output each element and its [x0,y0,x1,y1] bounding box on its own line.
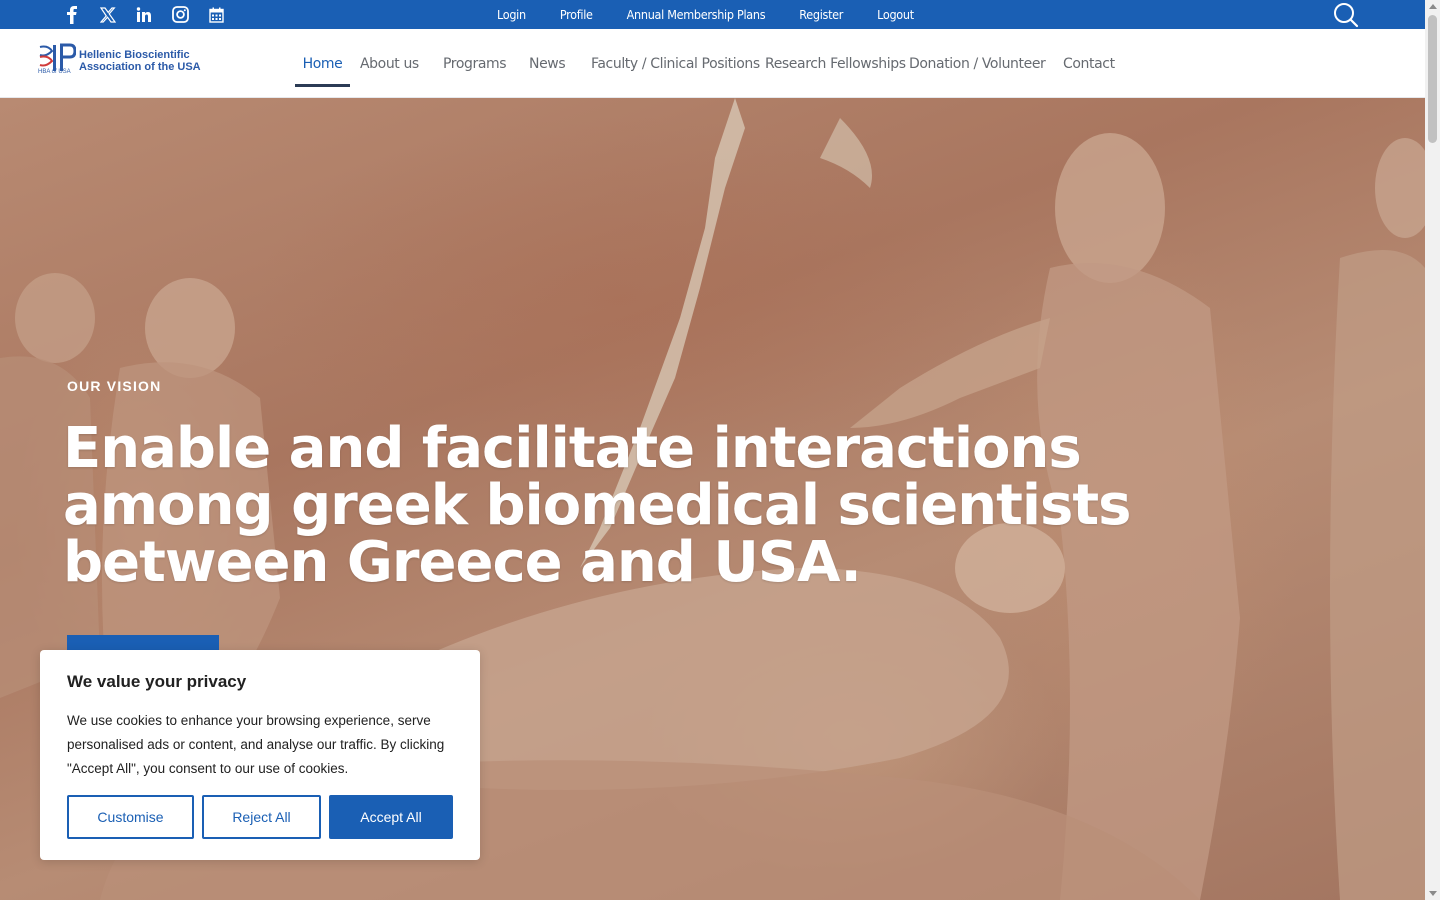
customise-button[interactable]: Customise [67,795,194,839]
main-header: HBA of USA Hellenic Bioscientific Associ… [0,29,1425,98]
nav-item-about-us[interactable]: About us [360,29,433,98]
scroll-thumb[interactable] [1428,15,1437,143]
logo-mark-icon: HBA of USA [38,43,77,79]
top-utility-bar: Login Profile Annual Membership Plans Re… [0,0,1425,29]
hero-headline: Enable and facilitate interactions among… [63,416,1131,595]
membership-plans-link[interactable]: Annual Membership Plans [610,7,783,22]
logo-sub-text: HBA of USA [38,69,71,75]
nav-item-news[interactable]: News [529,29,581,98]
site-logo[interactable]: HBA of USA Hellenic Bioscientific Associ… [38,43,208,79]
nav-item-contact[interactable]: Contact [1063,29,1123,98]
accept-all-button[interactable]: Accept All [329,795,453,839]
nav-item-donation-volunteer[interactable]: Donation / Volunteer [909,29,1063,98]
main-nav: Home About us Programs News Faculty / Cl… [295,29,1123,98]
hero-content: OUR VISION Enable and facilitate interac… [63,378,1263,591]
x-twitter-icon[interactable] [98,5,118,25]
search-icon[interactable] [1332,2,1360,28]
logo-line-1: Hellenic Bioscientific [79,49,190,61]
social-links [62,0,242,29]
cookie-consent-banner: We value your privacy We use cookies to … [40,650,480,860]
nav-item-programs[interactable]: Programs [443,29,519,98]
profile-link[interactable]: Profile [543,7,610,22]
top-links: Login Profile Annual Membership Plans Re… [480,0,931,29]
logout-link[interactable]: Logout [860,7,931,22]
scroll-down-arrow-icon[interactable] [1429,891,1437,896]
hero-eyebrow: OUR VISION [67,378,162,394]
nav-item-home[interactable]: Home [295,29,350,98]
page-scrollbar[interactable] [1425,0,1440,900]
register-link[interactable]: Register [782,7,860,22]
instagram-icon[interactable] [170,5,190,25]
login-link[interactable]: Login [480,7,543,22]
nav-item-faculty-clinical-positions[interactable]: Faculty / Clinical Positions [591,29,765,98]
calendar-icon[interactable] [206,5,226,25]
scroll-up-arrow-icon[interactable] [1429,4,1437,9]
cookie-title: We value your privacy [67,672,247,691]
linkedin-icon[interactable] [134,5,154,25]
cookie-text: We use cookies to enhance your browsing … [67,713,445,776]
facebook-icon[interactable] [62,5,82,25]
logo-text: Hellenic Bioscientific Association of th… [79,49,201,73]
nav-item-research-fellowships[interactable]: Research Fellowships [765,29,909,98]
logo-line-2: Association of the USA [79,61,201,73]
reject-all-button[interactable]: Reject All [202,795,321,839]
cookie-buttons: Customise Reject All Accept All [67,795,461,839]
